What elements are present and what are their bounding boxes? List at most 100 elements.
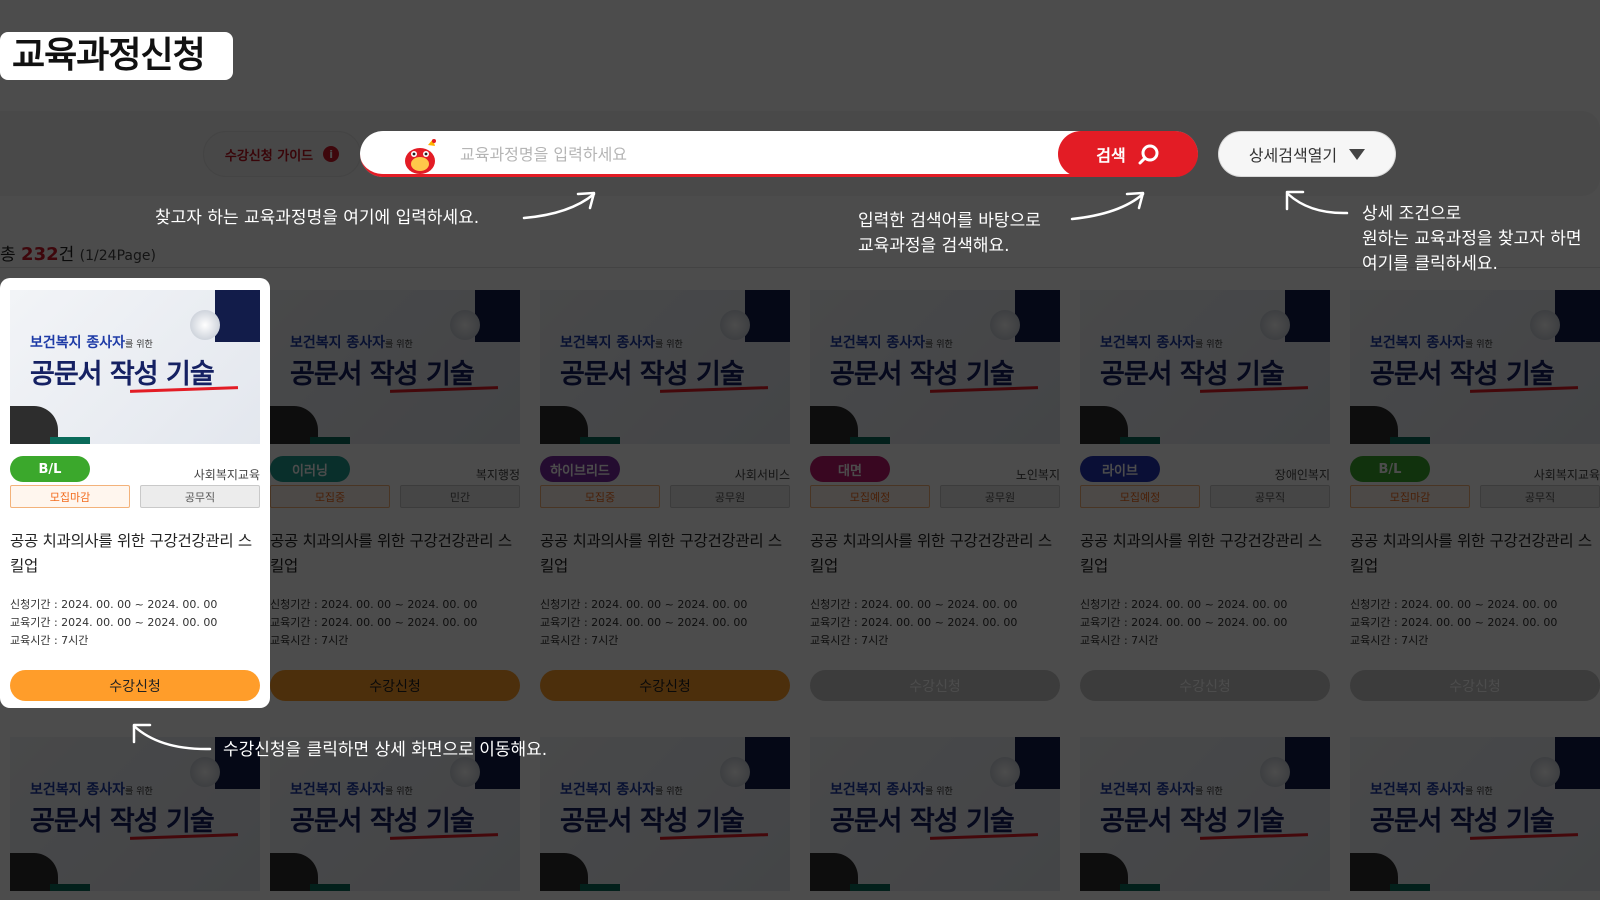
apply-button[interactable]: 수강신청	[540, 670, 790, 701]
recruit-status-chip: 모집마감	[1350, 485, 1470, 508]
thumbnail-line1: 보건복지 종사자	[1100, 782, 1196, 798]
job-type-chip: 공무직	[1210, 485, 1330, 508]
course-card: 보건복지 종사자를 위한 공문서 작성 기술 하이브리드 사회서비스 모집중 공무원 공공 …	[540, 290, 790, 701]
course-title[interactable]: 공공 치과의사를 위한 구강건강관리 스킬업	[1350, 529, 1600, 579]
mascot-icon	[405, 139, 436, 174]
arrow-to-search-input	[522, 192, 596, 220]
course-title[interactable]: 공공 치과의사를 위한 구강건강관리 스킬업	[540, 529, 790, 579]
thumbnail-line2: 공문서 작성 기술	[290, 359, 475, 390]
thumbnail-line1-suffix: 를 위한	[1195, 340, 1223, 350]
enrollment-guide-label: 수강신청 가이드	[224, 148, 314, 164]
edu-hours: 교육시간 : 7시간	[810, 634, 889, 647]
annotation-search-button-line2: 교육과정을 검색해요.	[858, 236, 1010, 256]
lightbulb-icon	[720, 757, 750, 787]
thumbnail-line1-suffix: 를 위한	[925, 787, 953, 797]
course-card: 보건복지 종사자를 위한 공문서 작성 기술	[540, 737, 790, 891]
apply-period: 신청기간 : 2024. 00. 00 ~ 2024. 00. 00	[810, 598, 1018, 611]
recruit-status-chip: 모집예정	[810, 485, 930, 508]
lightbulb-icon	[990, 757, 1020, 787]
annotation-search-button: 입력한 검색어를 바탕으로 교육과정을 검색해요.	[858, 209, 1041, 259]
search-button[interactable]: 검색	[1058, 131, 1198, 177]
edu-period: 교육기간 : 2024. 00. 00 ~ 2024. 00. 00	[10, 616, 218, 629]
enrollment-guide-button[interactable]: 수강신청 가이드 i	[203, 131, 361, 177]
result-count-number: 232	[21, 244, 59, 265]
lightbulb-icon	[1260, 757, 1290, 787]
course-thumbnail[interactable]: 보건복지 종사자를 위한 공문서 작성 기술	[1080, 737, 1330, 891]
course-category: 장애인복지	[1274, 468, 1330, 482]
thumbnail-line1: 보건복지 종사자	[560, 335, 656, 351]
apply-button[interactable]: 수강신청	[10, 670, 260, 701]
edu-period: 교육기간 : 2024. 00. 00 ~ 2024. 00. 00	[270, 616, 478, 629]
thumbnail-line1: 보건복지 종사자	[290, 335, 386, 351]
thumbnail-line1-suffix: 를 위한	[125, 787, 153, 797]
triangle-down-icon	[1349, 148, 1366, 160]
course-title[interactable]: 공공 치과의사를 위한 구강건강관리 스킬업	[10, 529, 260, 579]
thumbnail-line2: 공문서 작성 기술	[1370, 359, 1555, 390]
thumbnail-line1: 보건복지 종사자	[30, 335, 126, 351]
course-card: 보건복지 종사자를 위한 공문서 작성 기술 B/L 사회복지교육 모집마감 공무직 공공 …	[1350, 290, 1600, 701]
annotation-detail-search: 상세 조건으로 원하는 교육과정을 찾고자 하면 여기를 클릭하세요.	[1362, 202, 1582, 277]
course-category: 노인복지	[1015, 468, 1060, 482]
course-thumbnail[interactable]: 보건복지 종사자를 위한공문서 작성 기술	[10, 290, 260, 444]
apply-period: 신청기간 : 2024. 00. 00 ~ 2024. 00. 00	[10, 598, 218, 611]
job-type-chip: 공무원	[940, 485, 1060, 508]
recruit-status-chip: 모집마감	[10, 485, 130, 508]
recruit-status-chip: 모집중	[270, 485, 390, 508]
course-title[interactable]: 공공 치과의사를 위한 구강건강관리 스킬업	[810, 529, 1060, 579]
lightbulb-icon	[190, 310, 220, 340]
thumbnail-line2: 공문서 작성 기술	[30, 806, 215, 837]
result-count-prefix: 총	[0, 245, 16, 265]
page-title: 교육과정신청	[0, 32, 217, 80]
course-type-badge: B/L	[1350, 456, 1430, 482]
divider	[0, 267, 1600, 268]
course-search-input[interactable]	[460, 139, 1020, 169]
annotation-detail-line1: 상세 조건으로	[1362, 204, 1462, 224]
thumbnail-line1: 보건복지 종사자	[30, 782, 126, 798]
course-title[interactable]: 공공 치과의사를 위한 구강건강관리 스킬업	[1080, 529, 1330, 579]
result-count-unit: 건	[58, 245, 75, 265]
apply-button[interactable]: 수강신청	[1350, 670, 1600, 701]
lightbulb-icon	[720, 310, 750, 340]
annotation-search-button-line1: 입력한 검색어를 바탕으로	[858, 211, 1041, 231]
course-category: 사회서비스	[734, 468, 790, 482]
course-title[interactable]: 공공 치과의사를 위한 구강건강관리 스킬업	[270, 529, 520, 579]
course-thumbnail[interactable]: 보건복지 종사자를 위한 공문서 작성 기술	[540, 290, 790, 444]
course-thumbnail[interactable]: 보건복지 종사자를 위한 공문서 작성 기술	[810, 290, 1060, 444]
course-thumbnail[interactable]: 보건복지 종사자를 위한 공문서 작성 기술	[1350, 737, 1600, 891]
course-thumbnail[interactable]: 보건복지 종사자를 위한 공문서 작성 기술	[1350, 290, 1600, 444]
course-thumbnail[interactable]: 보건복지 종사자를 위한 공문서 작성 기술	[1080, 290, 1330, 444]
detail-search-label: 상세검색열기	[1248, 146, 1338, 165]
lightbulb-icon	[190, 757, 220, 787]
lightbulb-icon	[450, 310, 480, 340]
annotation-detail-line3: 여기를 클릭하세요.	[1362, 254, 1498, 274]
lightbulb-icon	[990, 310, 1020, 340]
thumbnail-line1: 보건복지 종사자	[560, 782, 656, 798]
thumbnail-line2: 공문서 작성 기술	[830, 359, 1015, 390]
thumbnail-line2: 공문서 작성 기술	[290, 806, 475, 837]
apply-period: 신청기간 : 2024. 00. 00 ~ 2024. 00. 00	[540, 598, 748, 611]
apply-button[interactable]: 수강신청	[1080, 670, 1330, 701]
thumbnail-line1: 보건복지 종사자	[290, 782, 386, 798]
course-type-badge: 이러닝	[270, 456, 350, 482]
search-icon	[1138, 144, 1159, 165]
course-type-badge: 하이브리드	[540, 456, 620, 482]
course-card: 보건복지 종사자를 위한 공문서 작성 기술 B/L 사회복지교육 모집마감 공무직 공공 …	[10, 290, 260, 701]
apply-button[interactable]: 수강신청	[270, 670, 520, 701]
course-thumbnail[interactable]: 보건복지 종사자를 위한 공문서 작성 기술	[810, 737, 1060, 891]
thumbnail-line2: 공문서 작성 기술	[30, 359, 215, 390]
job-type-chip: 공무직	[140, 485, 260, 508]
course-thumbnail[interactable]: 보건복지 종사자를 위한 공문서 작성 기술	[540, 737, 790, 891]
thumbnail-line2: 공문서 작성 기술	[560, 359, 745, 390]
course-thumbnail[interactable]: 보건복지 종사자를 위한 공문서 작성 기술	[270, 290, 520, 444]
edu-hours: 교육시간 : 7시간	[540, 634, 619, 647]
detail-search-toggle-button[interactable]: 상세검색열기	[1218, 131, 1396, 177]
apply-period: 신청기간 : 2024. 00. 00 ~ 2024. 00. 00	[270, 598, 478, 611]
thumbnail-line1-suffix: 를 위한	[1195, 787, 1223, 797]
thumbnail-line1-suffix: 를 위한	[125, 340, 153, 350]
apply-button[interactable]: 수강신청	[810, 670, 1060, 701]
annotation-apply: 수강신청을 클릭하면 상세 화면으로 이동해요.	[223, 740, 548, 760]
edu-period: 교육기간 : 2024. 00. 00 ~ 2024. 00. 00	[1350, 616, 1558, 629]
course-card: 보건복지 종사자를 위한 공문서 작성 기술	[810, 737, 1060, 891]
annotation-search-input: 찾고자 하는 교육과정명을 여기에 입력하세요.	[155, 208, 480, 228]
thumbnail-line1-suffix: 를 위한	[385, 787, 413, 797]
